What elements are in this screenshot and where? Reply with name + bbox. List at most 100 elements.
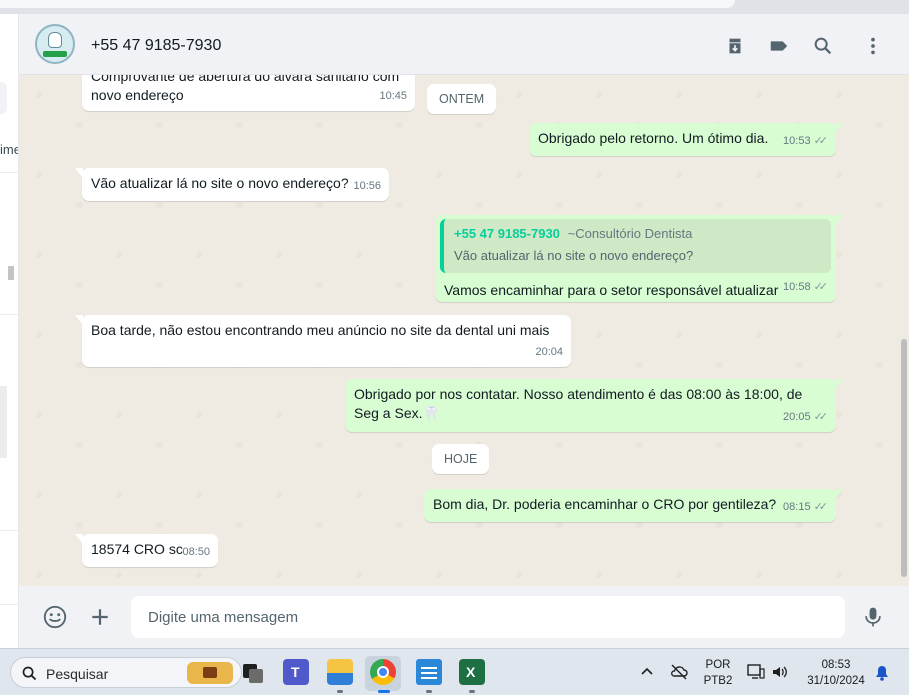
message-time: 10:58 ✓✓ [783,278,828,297]
message-time: 08:15 ✓✓ [783,498,828,517]
message-text: Vão atualizar lá no site o novo endereço… [91,175,349,191]
plus-icon[interactable] [86,603,114,631]
message-text: Obrigado por nos contatar. Nosso atendim… [354,386,803,421]
message-time-text: 08:50 [182,546,210,558]
bubble-tail [835,489,843,499]
bubble-tail [75,315,83,325]
taskbar-search-label: Pesquisar [46,666,109,682]
notification-bell-icon[interactable] [875,665,889,681]
message-text: Bom dia, Dr. poderia encaminhar o CRO po… [433,496,777,512]
volume-icon[interactable] [771,664,789,680]
task-view-icon[interactable] [240,659,266,685]
menu-dots-icon[interactable] [861,34,885,58]
file-explorer-icon[interactable] [327,659,353,685]
chat-header: +55 47 9185-7930 [19,14,909,75]
running-indicator [337,690,343,693]
divider [0,314,18,315]
notepad-icon[interactable] [416,659,442,685]
language-indicator[interactable]: POR PTB2 [702,657,734,689]
double-check-icon: ✓✓ [813,135,829,147]
logo-band [43,51,67,57]
chat-list-search-edge[interactable] [0,82,7,114]
message-text: Comprovante de abertura do alvará sanitá… [91,75,400,103]
message-time: 10:45 [379,87,407,106]
browser-address-area [0,0,735,8]
message-time-text: 10:53 [783,135,811,147]
language-code: POR [705,659,731,671]
quoted-sender-alias: ~Consultório Dentista [567,226,693,241]
message-incoming[interactable]: Boa tarde, não estou encontrando meu anú… [75,315,571,367]
search-highlight-icon [187,662,233,684]
chat-list-selected-item[interactable] [0,386,7,458]
date-divider: HOJE [432,444,490,474]
quoted-message[interactable]: +55 47 9185-7930 ~Consultório Dentista V… [440,219,831,273]
archive-icon[interactable] [723,34,747,58]
chat-list-panel-edge: ime [0,14,19,648]
message-time-text: 20:04 [535,346,563,358]
taskbar-search[interactable]: Pesquisar [10,657,242,688]
teams-icon[interactable]: T [283,659,309,685]
display-icon[interactable] [747,664,765,680]
clock-date: 31/10/2024 [807,675,865,687]
message-outgoing[interactable]: Obrigado por nos contatar. Nosso atendim… [345,379,843,432]
message-time-text: 08:15 [783,501,811,513]
clock-time: 08:53 [821,659,851,671]
message-incoming[interactable]: Vão atualizar lá no site o novo endereço… [75,168,389,201]
microphone-icon[interactable] [859,603,887,631]
message-incoming[interactable]: Comprovante de abertura do alvará sanitá… [82,75,415,111]
chat-list-cut-text: ime [0,142,19,157]
taskbar-clock[interactable]: 08:53 31/10/2024 [800,657,872,689]
bubble-tail [835,215,843,225]
tooth-logo-icon [48,32,62,48]
quoted-text: Vão atualizar lá no site o novo endereço… [454,248,694,263]
search-icon[interactable] [811,34,835,58]
bubble-tail [75,168,83,178]
excel-icon[interactable]: X [459,659,485,685]
message-time-text: 20:05 [783,411,811,423]
date-divider: ONTEM [427,84,497,114]
chevron-up-icon[interactable] [640,665,654,679]
message-outgoing-reply[interactable]: +55 47 9185-7930 ~Consultório Dentista V… [435,215,843,302]
emoji-icon[interactable] [41,603,69,631]
chat-scrollbar[interactable] [901,339,907,577]
divider [0,604,18,605]
message-time: 10:53 ✓✓ [783,132,828,151]
contact-name[interactable]: +55 47 9185-7930 [91,37,221,55]
windows-taskbar: Pesquisar T X POR PTB2 08:53 31/10/2024 [0,648,909,695]
message-time-text: 10:58 [783,281,811,293]
message-incoming[interactable]: 18574 CRO sc 08:50 [75,534,218,567]
quoted-sender: +55 47 9185-7930 [454,226,560,241]
divider [0,530,18,531]
message-time: 20:04 [535,343,563,362]
label-icon[interactable] [767,34,791,58]
divider [0,172,18,173]
chat-messages-area[interactable]: Comprovante de abertura do alvará sanitá… [19,75,909,586]
chrome-icon[interactable] [370,659,396,685]
cloud-sync-off-icon[interactable] [670,663,688,681]
message-input[interactable] [131,596,845,638]
running-indicator [426,690,432,693]
message-time: 20:05 ✓✓ [783,408,828,427]
message-outgoing[interactable]: Obrigado pelo retorno. Um ótimo dia. 10:… [529,123,843,156]
chat-list-scrollbar[interactable] [8,266,14,280]
search-icon [22,666,37,681]
running-indicator [378,690,390,693]
double-check-icon: ✓✓ [813,411,829,423]
message-composer [19,586,909,648]
message-outgoing[interactable]: Bom dia, Dr. poderia encaminhar o CRO po… [424,489,843,522]
message-time: 10:56 [353,177,381,196]
bubble-tail [835,123,843,133]
double-check-icon: ✓✓ [813,281,829,293]
browser-top-strip [0,0,909,14]
message-text: Boa tarde, não estou encontrando meu anú… [91,322,550,338]
double-check-icon: ✓✓ [813,501,829,513]
keyboard-layout: PTB2 [703,675,733,687]
message-text: Vamos encaminhar para o setor responsáve… [444,282,779,298]
message-time-text: 10:56 [353,180,381,192]
bubble-tail [835,379,843,389]
message-time-text: 10:45 [379,90,407,102]
avatar[interactable] [35,24,75,64]
bubble-tail [75,534,83,544]
running-indicator [469,690,475,693]
message-time: 08:50 [182,543,210,562]
